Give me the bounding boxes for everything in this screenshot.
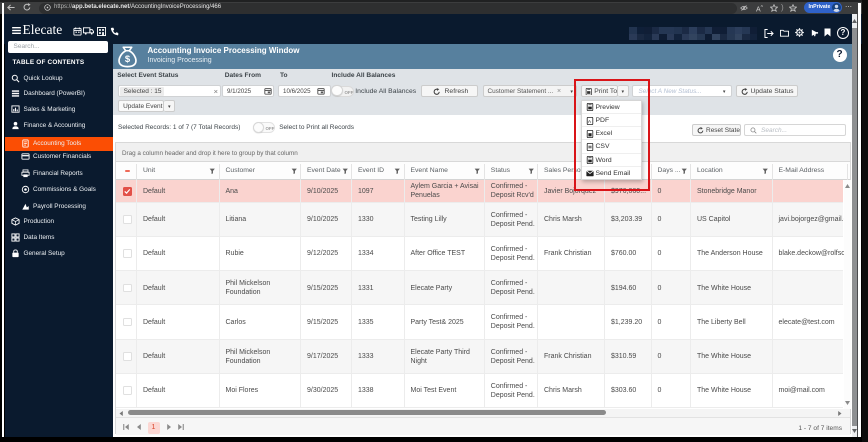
svg-text:$: $: [125, 54, 131, 65]
